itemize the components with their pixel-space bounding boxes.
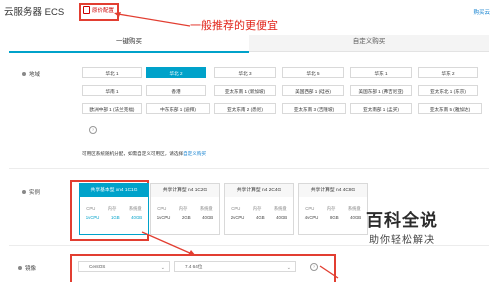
instance-label: 实例 xyxy=(22,188,40,196)
help-icon[interactable]: ? xyxy=(89,126,97,134)
region-option[interactable]: 亚太南部 1 (孟买) xyxy=(350,103,412,114)
region-option[interactable]: 美国东部 1 (弗吉尼亚) xyxy=(350,85,412,96)
instance-name: 共享基本型 xn4 1C1G xyxy=(80,184,148,197)
region-option[interactable]: 亚太东南 5 (雅加达) xyxy=(418,103,482,114)
region-option[interactable]: 亚太东南 1 (新加坡) xyxy=(214,85,276,96)
disk-icon xyxy=(18,266,22,270)
zone-note-text: 可用区系统随机分配，如需自定义可用区，请选择 xyxy=(82,151,184,156)
section-divider xyxy=(9,245,489,246)
instance-spec-keys: CPU 内存 系统盘 xyxy=(231,206,287,211)
os-select-value: CentOS xyxy=(89,264,106,269)
region-option[interactable]: 香港 xyxy=(146,85,206,96)
instance-spec-keys: CPU 内存 系统盘 xyxy=(86,206,142,211)
region-option[interactable]: 华东 2 xyxy=(418,67,478,78)
region-option[interactable]: 亚太东南 2 (悉尼) xyxy=(214,103,276,114)
region-option-selected[interactable]: 华北 2 xyxy=(146,67,206,78)
os-select[interactable]: CentOS ⌄ xyxy=(78,261,170,272)
region-option[interactable]: 亚太东南 3 (吉隆坡) xyxy=(282,103,346,114)
instance-label-text: 实例 xyxy=(29,190,41,196)
instance-name: 共享计算型 n4 2C4G xyxy=(225,184,293,197)
instance-name: 共享计算型 n4 1C2G xyxy=(151,184,219,197)
region-option[interactable]: 华北 5 xyxy=(282,67,344,78)
chevron-down-icon: ⌄ xyxy=(160,265,165,271)
region-option[interactable]: 华南 1 xyxy=(82,85,142,96)
help-icon[interactable]: ? xyxy=(310,263,318,271)
zone-note: 可用区系统随机分配，如需自定义可用区，请选择自定义购买 xyxy=(82,151,206,157)
instance-card[interactable]: 共享计算型 n4 4C8G CPU 内存 系统盘 4vCPU 8GB 40GB xyxy=(298,183,368,235)
watermark: 百科全说 助你轻松解决 xyxy=(366,206,438,246)
image-label: 镜像 xyxy=(18,264,36,272)
image-label-text: 镜像 xyxy=(25,266,37,272)
region-option[interactable]: 华北 3 xyxy=(214,67,276,78)
region-option[interactable]: 美国西部 1 (硅谷) xyxy=(282,85,344,96)
instance-spec-values: 1vCPU 2GB 40GB xyxy=(156,215,214,220)
instance-spec-values: 1vCPU 1GB 40GB xyxy=(85,215,143,220)
chevron-down-icon: ⌄ xyxy=(286,265,291,271)
watermark-title: 百科全说 xyxy=(366,211,438,230)
region-option[interactable]: 欧洲中部 1 (法兰克福) xyxy=(82,103,142,114)
instance-card-selected[interactable]: 共享基本型 xn4 1C1G CPU 内存 系统盘 1vCPU 1GB 40GB xyxy=(79,183,149,235)
custom-buy-link[interactable]: 自定义购买 xyxy=(183,151,206,156)
version-select[interactable]: 7.4 64位 ⌄ xyxy=(174,261,296,272)
instance-spec-keys: CPU 内存 系统盘 xyxy=(157,206,213,211)
region-option[interactable]: 华东 1 xyxy=(350,67,412,78)
server-icon xyxy=(22,190,26,194)
region-option[interactable]: 华北 1 xyxy=(82,67,142,78)
section-divider xyxy=(9,168,489,169)
instance-card[interactable]: 共享计算型 n4 2C4G CPU 内存 系统盘 2vCPU 4GB 40GB xyxy=(224,183,294,235)
instance-spec-values: 4vCPU 8GB 40GB xyxy=(304,215,362,220)
instance-spec-keys: CPU 内存 系统盘 xyxy=(305,206,361,211)
region-option[interactable]: 中东东部 1 (迪拜) xyxy=(146,103,210,114)
instance-card[interactable]: 共享计算型 n4 1C2G CPU 内存 系统盘 1vCPU 2GB 40GB xyxy=(150,183,220,235)
watermark-subtitle: 助你轻松解决 xyxy=(369,235,435,246)
region-option[interactable]: 亚太东北 1 (东京) xyxy=(418,85,478,96)
instance-spec-values: 2vCPU 4GB 40GB xyxy=(230,215,288,220)
instance-name: 共享计算型 n4 4C8G xyxy=(299,184,367,197)
version-select-value: 7.4 64位 xyxy=(185,264,203,269)
